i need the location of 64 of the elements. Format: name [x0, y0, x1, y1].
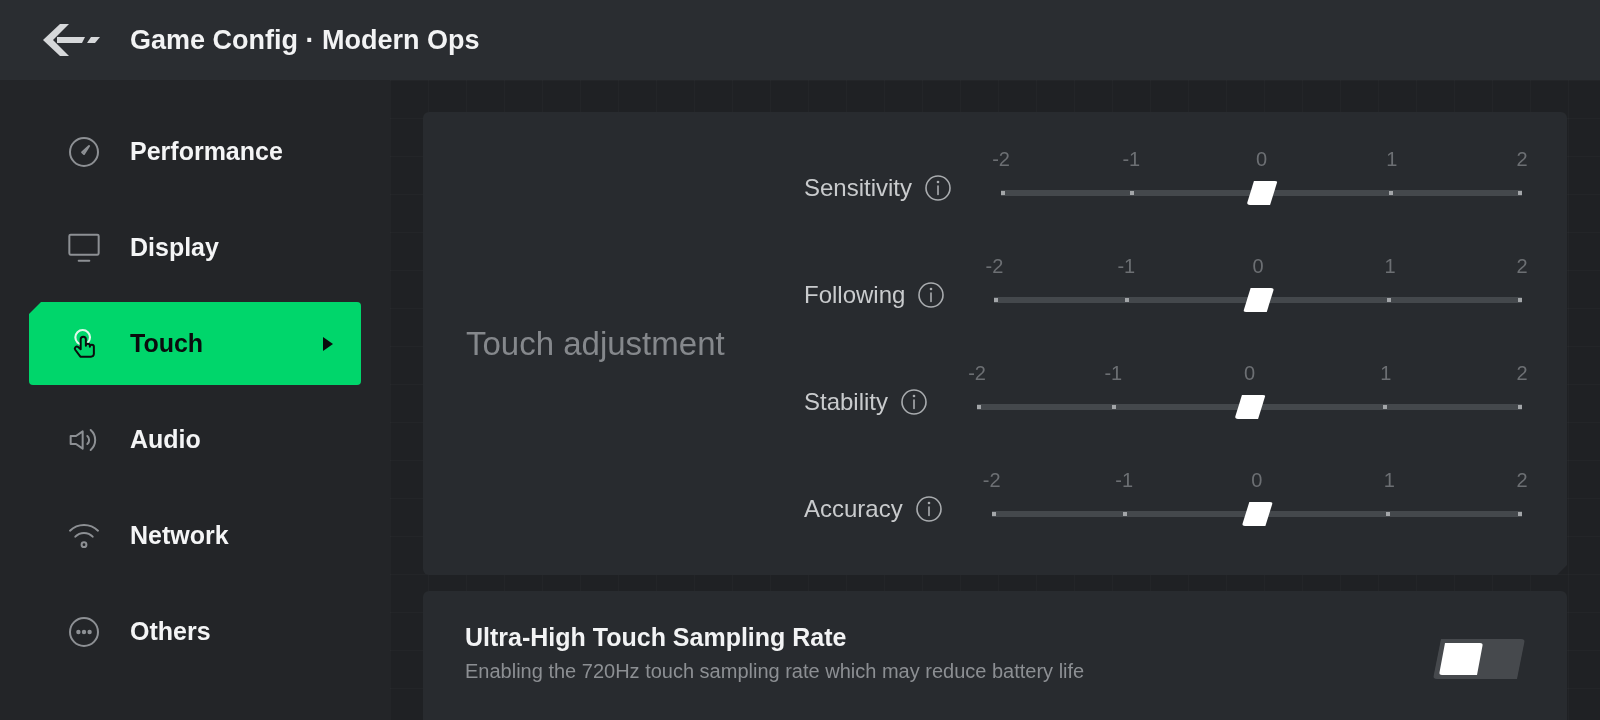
tick-mark: [1387, 298, 1392, 302]
info-icon[interactable]: [901, 389, 928, 415]
slider-label: Following: [804, 281, 906, 309]
tick-label: 0: [1250, 468, 1264, 492]
tick-label: 1: [1385, 147, 1399, 171]
tick-mark: [1130, 191, 1135, 195]
tick-label: 0: [1254, 147, 1269, 171]
tick-mark: [977, 405, 982, 409]
tick-label: 2: [1515, 361, 1529, 385]
tick-mark: [1518, 298, 1522, 302]
slider-thumb[interactable]: [1243, 288, 1275, 312]
setting-title: Ultra-High Touch Sampling Rate: [465, 623, 848, 652]
tick-label: -2: [967, 361, 987, 385]
tick-label: -1: [1103, 361, 1124, 385]
tick-mark: [994, 298, 999, 302]
tick-mark: [1112, 405, 1117, 409]
sidebar-item[interactable]: Others: [29, 590, 361, 673]
back-arrow-icon: [42, 24, 100, 56]
caret-icon: [323, 336, 333, 351]
tick-label: -1: [1116, 254, 1137, 278]
tick-mark: [1518, 512, 1522, 516]
tick-label: 0: [1251, 254, 1265, 278]
sidebar-item[interactable]: Audio: [29, 398, 361, 481]
monitor-icon: [68, 231, 100, 264]
tick-mark: [1386, 512, 1391, 516]
back-button[interactable]: [42, 24, 100, 56]
page-title: Game Config · Modern Ops: [130, 24, 480, 56]
tick-mark: [991, 512, 996, 516]
tick-mark: [1001, 191, 1006, 195]
slider-label: Sensitivity: [804, 174, 913, 202]
tick-label: 2: [1515, 254, 1529, 278]
tick-label: 0: [1242, 361, 1257, 385]
tick-mark: [1123, 512, 1128, 516]
info-icon[interactable]: [918, 282, 945, 308]
slider-label: Stability: [804, 388, 889, 416]
tick-label: -1: [1121, 147, 1142, 171]
sidebar-item[interactable]: Performance: [29, 110, 361, 193]
section-title: Touch adjustment: [466, 324, 726, 363]
slider-thumb[interactable]: [1234, 395, 1266, 419]
gauge-icon: [68, 135, 100, 168]
info-icon[interactable]: [925, 175, 952, 201]
tick-label: -1: [1114, 468, 1135, 492]
sidebar-item[interactable]: Touch: [29, 302, 361, 385]
tick-label: -2: [984, 254, 1005, 278]
tick-label: -2: [981, 468, 1002, 492]
setting-description: Enabling the 720Hz touch sampling rate which may reduce battery life: [465, 660, 1085, 683]
slider-thumb[interactable]: [1246, 181, 1278, 205]
slider-label: Accuracy: [804, 495, 903, 523]
tick-label: 2: [1515, 147, 1529, 171]
info-icon[interactable]: [915, 496, 942, 522]
tick-label: -2: [991, 147, 1011, 171]
slider-thumb[interactable]: [1241, 502, 1273, 526]
tick-mark: [1382, 405, 1387, 409]
sidebar-item[interactable]: Network: [29, 494, 361, 577]
tick-label: 1: [1383, 254, 1397, 278]
tick-mark: [1518, 405, 1522, 409]
tick-label: 1: [1382, 468, 1396, 492]
tick-label: 2: [1515, 468, 1529, 492]
tick-mark: [1125, 298, 1130, 302]
sidebar-item[interactable]: Display: [29, 206, 361, 289]
tick-label: 1: [1379, 361, 1393, 385]
more-icon: [68, 615, 100, 648]
tick-mark: [1388, 191, 1393, 195]
tick-mark: [1518, 191, 1522, 195]
